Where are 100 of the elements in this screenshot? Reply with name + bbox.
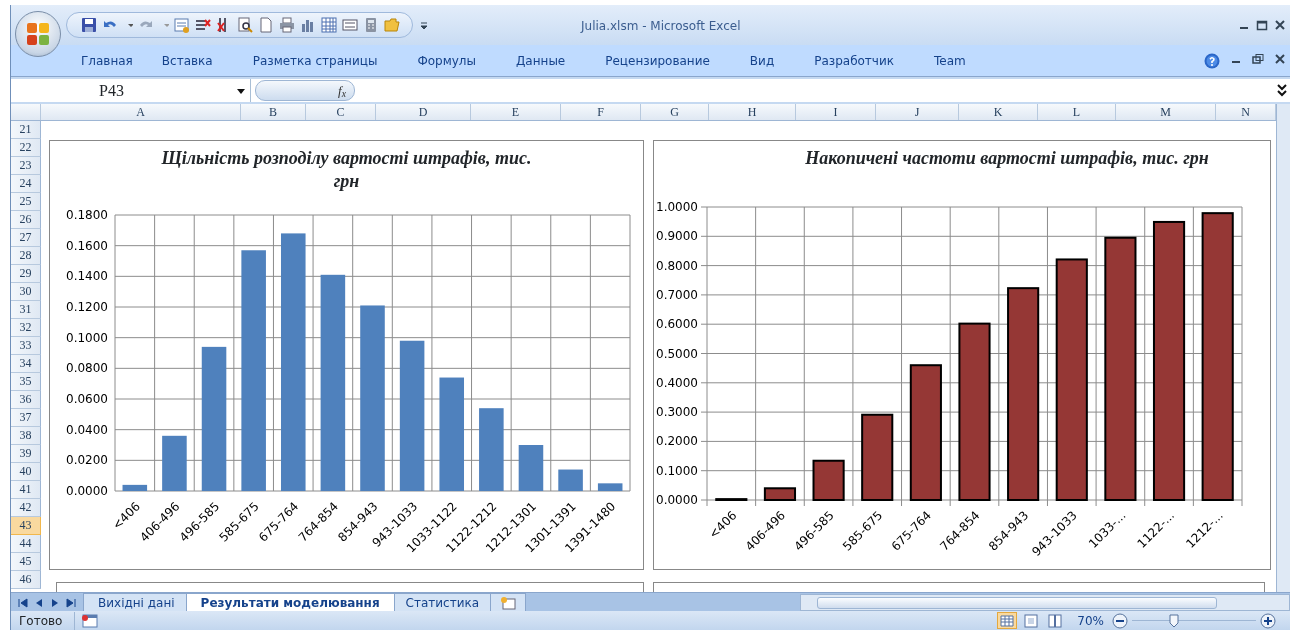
ribbon-tab[interactable]: Формулы <box>417 51 476 70</box>
row-header[interactable]: 29 <box>11 265 41 283</box>
row-header[interactable]: 36 <box>11 391 41 409</box>
zoom-level[interactable]: 70% <box>1077 611 1104 630</box>
table-grid-icon[interactable] <box>321 17 337 33</box>
status-text: Готово <box>11 611 76 630</box>
row-header[interactable]: 22 <box>11 139 41 157</box>
row-header[interactable]: 38 <box>11 427 41 445</box>
restore-icon[interactable] <box>1252 52 1264 65</box>
sheet-tab[interactable]: Результати моделювання <box>185 593 395 611</box>
help-icon[interactable] <box>1204 52 1220 69</box>
save-icon[interactable] <box>81 17 97 33</box>
new-sheet-icon <box>499 596 518 610</box>
row-header[interactable]: 23 <box>11 157 41 175</box>
ribbon-tab[interactable]: Вставка <box>161 51 213 70</box>
axis-tick-label: 0.5000 <box>656 346 698 361</box>
column-header[interactable]: I <box>796 104 876 120</box>
maximize-icon[interactable] <box>1256 19 1268 31</box>
ribbon-tab[interactable]: Рецензирование <box>605 51 710 70</box>
axis-tick-label: 0.0000 <box>66 484 108 498</box>
column-header[interactable]: M <box>1116 104 1216 120</box>
last-sheet-icon[interactable] <box>65 597 77 609</box>
row-header[interactable]: 26 <box>11 211 41 229</box>
row-header[interactable]: 35 <box>11 373 41 391</box>
form-fields-icon[interactable] <box>342 17 358 33</box>
ribbon-tab[interactable]: Team <box>934 51 966 70</box>
row-header[interactable]: 33 <box>11 337 41 355</box>
ribbon-tab[interactable]: Данные <box>515 51 566 70</box>
zoom-in-icon[interactable] <box>1260 612 1276 629</box>
horizontal-scrollbar[interactable] <box>800 594 1290 611</box>
chart-title: Накопичені частоти вартості штрафів, тис. грн <box>805 147 1209 170</box>
grid-view-icon[interactable] <box>999 613 1016 628</box>
close-icon[interactable] <box>1274 19 1286 31</box>
row-header[interactable]: 32 <box>11 319 41 337</box>
ribbon-tab[interactable]: Вид <box>749 51 775 70</box>
row-header[interactable]: 45 <box>11 553 41 571</box>
row-header[interactable]: 46 <box>11 571 41 589</box>
axis-tick-label: 0.7000 <box>656 287 698 302</box>
column-header[interactable]: G <box>641 104 709 120</box>
axis-tick-label: 0.8000 <box>656 258 698 273</box>
row-header[interactable]: 43 <box>11 517 41 535</box>
insert-function-button[interactable]: f$_{x}$ <box>255 80 355 101</box>
row-header[interactable]: 39 <box>11 445 41 463</box>
office-logo-icon <box>25 21 51 47</box>
column-header[interactable]: L <box>1038 104 1116 120</box>
column-header[interactable]: D <box>376 104 471 120</box>
name-box[interactable]: P43 <box>99 78 124 103</box>
scroll-thumb[interactable] <box>817 596 1217 609</box>
ribbon-tab[interactable]: Разметка страницы <box>252 51 378 70</box>
column-header[interactable]: F <box>561 104 641 120</box>
bar <box>122 484 148 491</box>
row-header[interactable]: 24 <box>11 175 41 193</box>
printer-icon[interactable] <box>279 17 295 33</box>
row-header[interactable]: 30 <box>11 283 41 301</box>
bar <box>558 469 583 491</box>
row-header[interactable]: 25 <box>11 193 41 211</box>
axis-tick-label: 0.1800 <box>66 208 108 222</box>
ribbon-tab[interactable]: Разработчик <box>814 51 894 70</box>
axis-tick-label: 0.9000 <box>656 229 698 244</box>
ribbon-tab[interactable]: Главная <box>81 51 133 70</box>
row-header[interactable]: 27 <box>11 229 41 247</box>
vertical-scrollbar[interactable] <box>1276 104 1290 592</box>
bar <box>518 445 544 491</box>
page-layout-icon[interactable] <box>1023 613 1040 628</box>
row-header[interactable]: 31 <box>11 301 41 319</box>
column-header[interactable]: A <box>41 104 241 120</box>
page-break-icon[interactable] <box>1047 613 1064 628</box>
print-preview-icon[interactable] <box>237 17 253 33</box>
new-document-icon[interactable] <box>258 17 274 33</box>
column-header[interactable]: C <box>306 104 376 120</box>
row-header[interactable]: 34 <box>11 355 41 373</box>
folder-icon[interactable] <box>384 17 400 33</box>
row-header[interactable]: 40 <box>11 463 41 481</box>
row-header[interactable]: 37 <box>11 409 41 427</box>
axis-tick-label: 0.4000 <box>656 375 698 390</box>
bar-chart-icon[interactable] <box>300 17 316 33</box>
delete-rows-icon[interactable] <box>195 17 211 33</box>
zoom-out-icon[interactable] <box>1112 612 1128 629</box>
insert-sheet-tab[interactable] <box>490 593 527 611</box>
close-icon[interactable] <box>1274 52 1286 65</box>
first-sheet-icon[interactable] <box>17 597 29 609</box>
column-header[interactable]: B <box>241 104 306 120</box>
axis-tick-label: 0.1600 <box>66 238 108 253</box>
row-header[interactable]: 28 <box>11 247 41 265</box>
chart-title: Щільність розподілу вартості штрафів, тис. грн <box>160 147 533 192</box>
axis-tick-label: 0.0600 <box>66 392 108 406</box>
axis-tick-label: 0.1400 <box>66 269 108 284</box>
column-header[interactable]: J <box>876 104 959 120</box>
axis-tick-label: 0.0800 <box>66 361 108 376</box>
row-header[interactable]: 21 <box>11 121 41 139</box>
row-header[interactable]: 42 <box>11 499 41 517</box>
column-header[interactable]: H <box>709 104 796 120</box>
macro-record-icon[interactable] <box>81 613 100 628</box>
slider-thumb[interactable] <box>1169 613 1180 628</box>
row-header[interactable]: 41 <box>11 481 41 499</box>
calculator-icon[interactable] <box>363 17 379 33</box>
column-header[interactable]: K <box>959 104 1038 120</box>
axis-tick-label: 0.1000 <box>656 463 698 478</box>
column-header[interactable]: E <box>471 104 561 120</box>
row-header[interactable]: 44 <box>11 535 41 553</box>
